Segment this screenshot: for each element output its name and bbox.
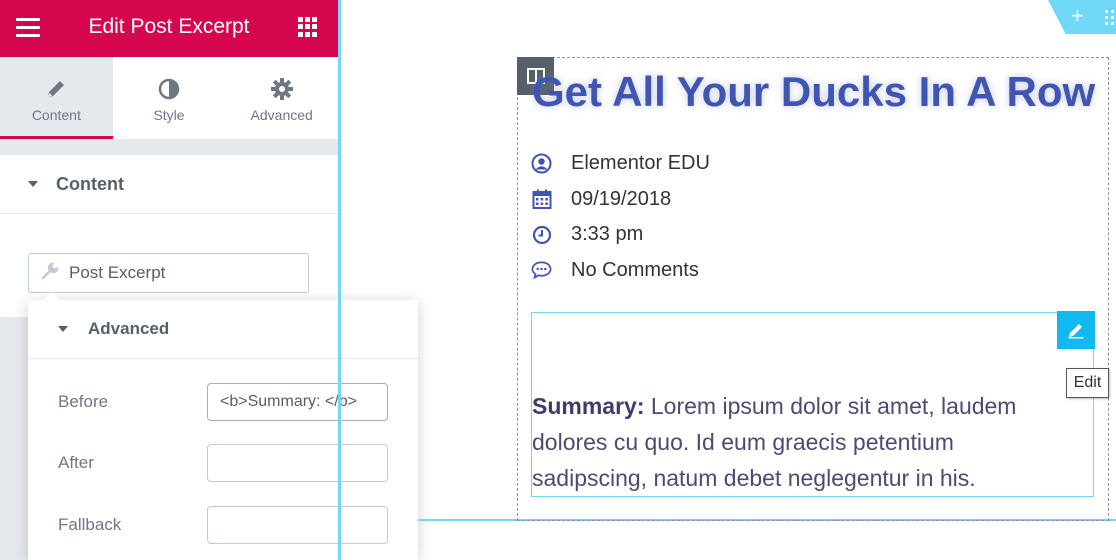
dynamic-tag-label: Post Excerpt (69, 263, 166, 282)
tab-content[interactable]: Content (0, 57, 113, 139)
widgets-grid-icon[interactable] (298, 17, 318, 37)
advanced-popover-header[interactable]: Advanced (28, 300, 418, 359)
meta-date: 09/19/2018 (531, 182, 710, 218)
tab-advanced-label: Advanced (250, 107, 313, 123)
pencil-icon (45, 77, 67, 101)
calendar-icon (531, 189, 552, 210)
section-handle: + (1048, 0, 1116, 34)
before-label: Before (58, 392, 109, 411)
tab-style-label: Style (153, 107, 185, 123)
user-circle-icon (531, 153, 552, 174)
after-input[interactable] (207, 444, 388, 482)
section-title: Content (56, 173, 124, 194)
add-section-icon[interactable]: + (1071, 3, 1084, 29)
meta-date-text: 09/19/2018 (571, 187, 672, 210)
panel-title: Edit Post Excerpt (88, 15, 250, 38)
excerpt-prefix: Summary: (532, 393, 645, 419)
caret-down-icon (28, 181, 38, 187)
meta-author-text: Elementor EDU (571, 152, 710, 175)
edit-tooltip: Edit (1066, 368, 1109, 398)
meta-comments-text: No Comments (571, 258, 699, 281)
popover-title: Advanced (88, 319, 170, 338)
wrench-icon[interactable] (41, 261, 59, 285)
meta-comments: No Comments (531, 253, 710, 289)
post-title: Get All Your Ducks In A Row (532, 68, 1096, 115)
gear-icon (270, 77, 293, 101)
tab-advanced[interactable]: Advanced (225, 57, 338, 139)
meta-author: Elementor EDU (531, 146, 710, 182)
meta-time: 3:33 pm (531, 217, 710, 253)
dynamic-tag-field[interactable]: Post Excerpt (28, 253, 309, 293)
after-label: After (58, 453, 94, 472)
contrast-icon (158, 77, 180, 101)
panel-resize-edge[interactable] (338, 0, 341, 560)
content-section-header[interactable]: Content (0, 155, 338, 214)
panel-header: Edit Post Excerpt (0, 0, 338, 57)
before-input[interactable]: <b>Summary: </b> (207, 383, 388, 421)
pencil-icon (1068, 324, 1084, 339)
post-meta-list: Elementor EDU 09/19/2018 3:33 pm No Comm… (531, 146, 710, 288)
advanced-popover: Advanced Before <b>Summary: </b> After F… (28, 292, 418, 560)
tab-style[interactable]: Style (113, 57, 226, 139)
editor-panel: Edit Post Excerpt Content Style Advanced… (0, 0, 418, 560)
meta-time-text: 3:33 pm (571, 223, 644, 246)
caret-down-icon (58, 326, 68, 332)
tab-content-label: Content (31, 107, 81, 123)
panel-tabs: Content Style Advanced (0, 57, 338, 139)
edit-widget-button[interactable] (1057, 311, 1095, 349)
fallback-input[interactable] (207, 506, 388, 544)
post-excerpt: Summary: Lorem ipsum dolor sit amet, lau… (532, 388, 1052, 496)
fallback-label: Fallback (58, 515, 122, 534)
drag-handle-icon[interactable] (1105, 10, 1115, 25)
comment-icon (531, 260, 552, 281)
clock-icon (531, 224, 552, 245)
